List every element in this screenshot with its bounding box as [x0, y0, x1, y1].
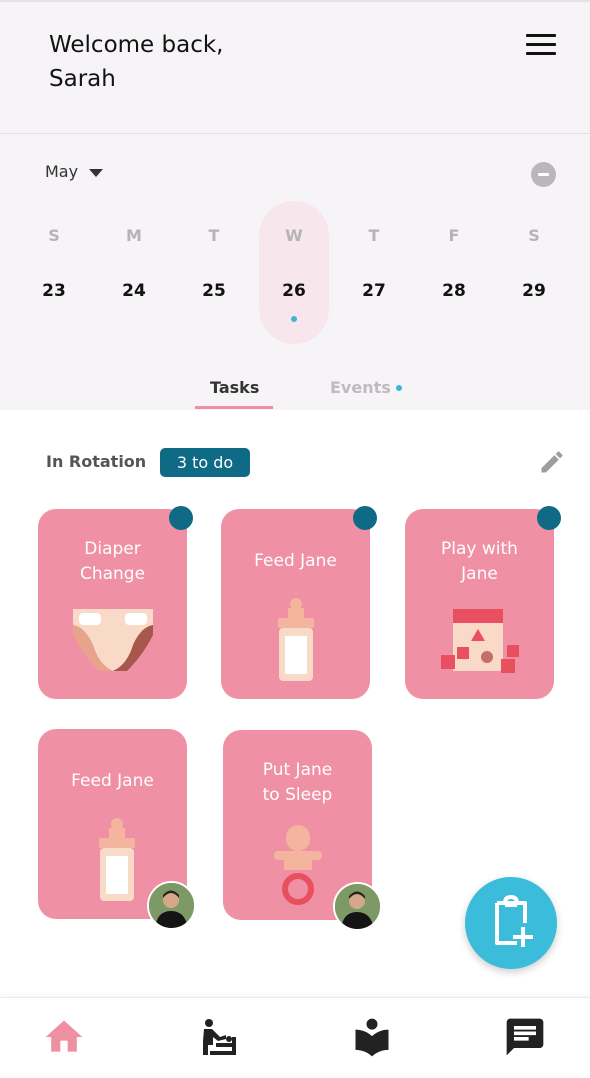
day-of-week: M: [126, 226, 142, 245]
task-title: Feed Jane: [71, 771, 154, 791]
calendar-date-23[interactable]: 23: [24, 281, 84, 301]
calendar-date-25[interactable]: 25: [184, 281, 244, 301]
unassigned-indicator-dot: [169, 506, 193, 530]
home-icon: [45, 1020, 83, 1052]
user-name: Sarah: [49, 66, 116, 92]
day-of-week: T: [208, 226, 220, 245]
calendar-date-26[interactable]: 26: [264, 281, 324, 301]
calendar-date-27[interactable]: 27: [344, 281, 404, 301]
day-of-week: S: [48, 226, 60, 245]
task-card-play-with-jane[interactable]: Play with Jane: [405, 509, 554, 699]
greeting-text: Welcome back,: [49, 32, 224, 58]
welcome-message: Welcome back, Sarah: [49, 28, 224, 96]
chat-icon: [506, 1018, 544, 1056]
reading-icon: [355, 1018, 389, 1057]
tab-tasks[interactable]: Tasks: [210, 378, 259, 397]
hamburger-menu-icon[interactable]: [526, 34, 556, 56]
assignee-avatar[interactable]: [147, 881, 196, 930]
blocks-icon: [441, 609, 519, 673]
day-of-week: S: [528, 226, 540, 245]
collapse-calendar-icon[interactable]: [531, 162, 556, 187]
today-event-indicator: [291, 316, 297, 322]
pencil-edit-icon[interactable]: [538, 448, 566, 476]
add-task-button[interactable]: [465, 877, 557, 969]
nav-baby-care[interactable]: [196, 1015, 240, 1059]
task-title: Feed Jane: [254, 551, 337, 571]
bottom-navigation: [0, 997, 590, 1078]
task-title: Diaper Change: [79, 539, 146, 584]
pacifier-icon: [274, 825, 322, 905]
selected-day-highlight: [259, 201, 329, 344]
day-of-week: T: [368, 226, 380, 245]
nav-messages[interactable]: [503, 1015, 547, 1059]
header-divider: [0, 133, 590, 134]
unassigned-indicator-dot: [353, 506, 377, 530]
nav-home[interactable]: [42, 1015, 86, 1059]
calendar-date-28[interactable]: 28: [424, 281, 484, 301]
month-label: May: [45, 162, 79, 181]
nav-learn[interactable]: [350, 1015, 394, 1059]
status-divider: [0, 0, 590, 2]
assignee-avatar[interactable]: [333, 882, 382, 931]
task-title: Play with Jane: [441, 539, 518, 584]
month-selector[interactable]: May: [45, 162, 104, 181]
task-card-diaper-change[interactable]: Diaper Change: [38, 509, 187, 699]
tab-events[interactable]: Events: [330, 378, 391, 397]
task-title: Put Jane to Sleep: [262, 760, 333, 805]
add-task-clipboard-icon: [495, 895, 533, 947]
day-of-week: W: [285, 226, 303, 245]
unassigned-indicator-dot: [537, 506, 561, 530]
bottle-icon: [99, 818, 135, 901]
bottle-icon: [278, 598, 314, 681]
calendar-date-24[interactable]: 24: [104, 281, 164, 301]
task-card-feed-jane[interactable]: Feed Jane: [221, 509, 370, 699]
todo-count-badge: 3 to do: [160, 448, 250, 477]
events-indicator-dot: [396, 385, 402, 391]
active-tab-underline: [195, 406, 273, 409]
day-of-week: F: [448, 226, 460, 245]
in-rotation-label: In Rotation: [46, 452, 147, 471]
calendar-date-29[interactable]: 29: [504, 281, 564, 301]
diaper-icon: [73, 609, 153, 671]
caret-down-icon: [89, 168, 104, 177]
baby-changing-icon: [203, 1019, 236, 1055]
